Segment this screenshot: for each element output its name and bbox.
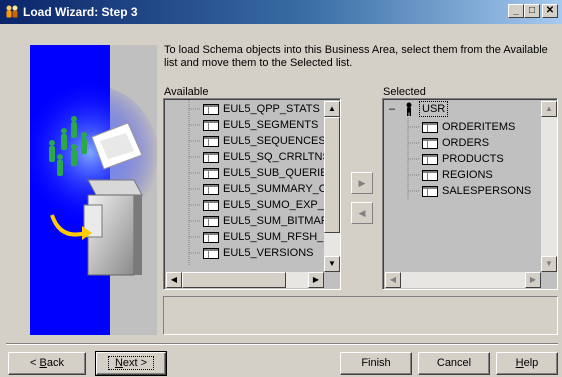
available-vertical-scrollbar[interactable]: ▲ ▼ — [324, 101, 340, 272]
back-button-label: ack — [46, 357, 64, 369]
help-button-label: elp — [523, 357, 539, 369]
scroll-thumb[interactable] — [324, 117, 340, 233]
maximize-button[interactable]: □ — [524, 4, 540, 18]
scroll-up-button[interactable]: ▲ — [324, 101, 340, 117]
table-icon — [203, 168, 219, 179]
available-list[interactable]: EUL5_QPP_STATS EUL5_SEGMENTS EUL5_SEQUEN… — [163, 98, 341, 290]
title-bar[interactable]: Load Wizard: Step 3 _ □ ✕ — [0, 0, 562, 24]
minimize-button[interactable]: _ — [508, 4, 524, 18]
selected-list[interactable]: – USR ORDERITEMS ORDERS PRODUCTS REGIONS… — [382, 98, 558, 290]
help-button[interactable]: Help — [496, 352, 558, 375]
cancel-button[interactable]: Cancel — [418, 352, 490, 375]
finish-button[interactable]: Finish — [340, 352, 412, 375]
table-icon — [203, 136, 219, 147]
next-button-focus: Next > — [107, 356, 155, 370]
user-schema-icon — [402, 102, 416, 116]
scroll-right-button[interactable]: ▶ — [308, 272, 324, 288]
scroll-right-button[interactable]: ▶ — [525, 272, 541, 288]
table-icon — [422, 186, 438, 197]
table-icon — [203, 152, 219, 163]
table-icon — [203, 200, 219, 211]
table-icon — [203, 216, 219, 227]
selected-label: Selected — [383, 86, 426, 98]
wizard-people-icon — [4, 4, 20, 20]
remove-from-selected-button[interactable]: ◀ — [351, 202, 373, 224]
scroll-down-button[interactable]: ▼ — [541, 256, 557, 272]
back-button-prefix: < — [30, 357, 40, 369]
add-to-selected-button[interactable]: ▶ — [351, 172, 373, 194]
selected-vertical-scrollbar[interactable]: ▲ ▼ — [541, 101, 557, 272]
available-horizontal-scrollbar[interactable]: ◀ ▶ — [166, 272, 324, 288]
schema-root-node[interactable]: USR — [419, 101, 449, 117]
next-button[interactable]: Next > — [95, 351, 167, 376]
selected-horizontal-scrollbar[interactable]: ◀ ▶ — [385, 272, 541, 288]
table-icon — [203, 184, 219, 195]
table-icon — [203, 104, 219, 115]
message-area — [163, 296, 558, 335]
close-button[interactable]: ✕ — [542, 4, 558, 18]
collapse-toggle[interactable]: – — [389, 103, 395, 115]
scroll-up-button[interactable]: ▲ — [541, 101, 557, 117]
scroll-left-button[interactable]: ◀ — [166, 272, 182, 288]
back-button[interactable]: < Back — [8, 352, 86, 375]
next-button-access-key: N — [114, 357, 123, 369]
table-icon — [203, 120, 219, 131]
instructions-text: To load Schema objects into this Busines… — [164, 44, 548, 69]
available-label: Available — [164, 86, 209, 98]
table-icon — [422, 170, 438, 181]
load-wizard-window: Load Wizard: Step 3 _ □ ✕ To load Schema… — [0, 0, 562, 377]
next-button-label: ext > — [122, 357, 148, 369]
help-button-access-key: H — [515, 357, 524, 369]
table-icon — [422, 122, 438, 133]
table-icon — [422, 138, 438, 149]
back-button-access-key: B — [39, 357, 47, 369]
window-title: Load Wizard: Step 3 — [23, 5, 138, 19]
scroll-left-button[interactable]: ◀ — [385, 272, 401, 288]
table-icon — [203, 232, 219, 243]
table-icon — [422, 154, 438, 165]
scroll-down-button[interactable]: ▼ — [324, 256, 340, 272]
table-icon — [203, 248, 219, 259]
wizard-illustration — [30, 45, 157, 335]
button-divider — [6, 343, 558, 345]
scroll-thumb[interactable] — [182, 272, 286, 288]
